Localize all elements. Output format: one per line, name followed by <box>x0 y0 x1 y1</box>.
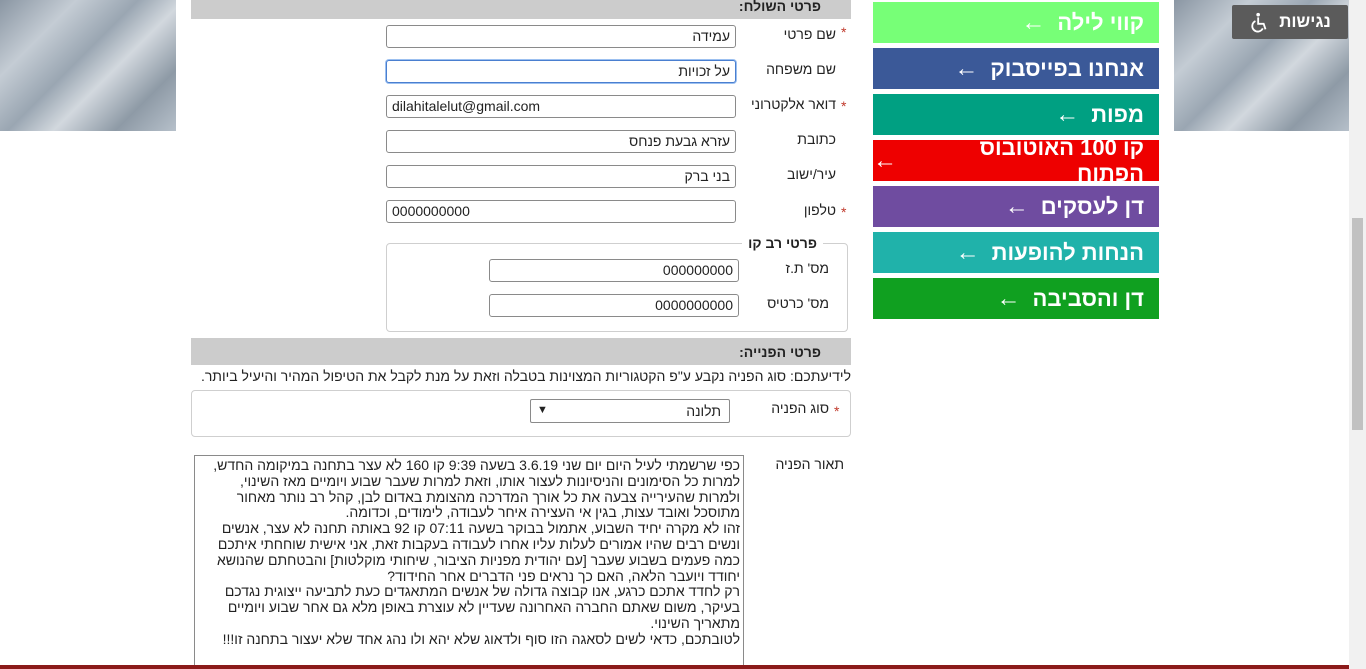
nav-button-label: קווי לילה <box>1057 9 1144 35</box>
inquiry-type-label: סוג הפניה <box>771 400 829 416</box>
nav-button-label: דן לעסקים <box>1040 193 1144 219</box>
id-number-label: מס' ת.ז <box>785 260 829 276</box>
dropdown-arrow-icon: ▼ <box>537 404 548 416</box>
arrow-left-icon: ← <box>954 54 979 82</box>
nav-button-label: דן והסביבה <box>1032 285 1144 311</box>
inquiry-type-select[interactable]: תלונה ▼ <box>530 399 730 423</box>
accessibility-label: נגישות <box>1279 12 1331 31</box>
sender-section-title: פרטי השולח: <box>191 0 851 19</box>
inquiry-type-value: תלונה <box>686 403 721 419</box>
required-marker: * <box>841 204 847 220</box>
nav-button-label: קו 100 האוטובוס הפתוח <box>979 134 1144 186</box>
last-name-label: שם משפחה <box>766 61 836 77</box>
nav-button[interactable]: מפות ← <box>873 94 1159 135</box>
nav-button-label: מפות <box>1091 101 1144 127</box>
sender-section-label: פרטי השולח: <box>738 0 821 14</box>
phone-label: טלפון <box>803 202 836 218</box>
arrow-left-icon: ← <box>1004 192 1029 220</box>
first-name-field[interactable]: עמידה <box>386 25 736 48</box>
accessibility-button[interactable]: נגישות <box>1232 5 1348 39</box>
card-number-label: מס' כרטיס <box>767 295 829 311</box>
arrow-left-icon: ← <box>1055 100 1080 128</box>
required-marker: * <box>834 403 840 419</box>
phone-field[interactable]: 0000000000 <box>386 200 736 223</box>
arrow-left-icon: ← <box>873 146 897 174</box>
arrow-left-icon: ← <box>1021 8 1046 36</box>
city-field[interactable]: בני ברק <box>386 165 736 188</box>
description-textarea[interactable]: כפי שרשמתי לעיל היום יום שני 3.6.19 בשעה… <box>194 455 744 669</box>
nav-button[interactable]: הנחות להופעות ← <box>873 232 1159 273</box>
rav-kav-fieldset: פרטי רב קו <box>386 235 848 332</box>
inquiry-section-title: פרטי הפנייה: <box>191 338 851 365</box>
email-field[interactable]: dilahitalelut@gmail.com <box>386 95 736 118</box>
scrollbar-thumb[interactable] <box>1352 218 1363 430</box>
wheelchair-icon <box>1251 12 1267 33</box>
card-number-field[interactable]: 0000000000 <box>489 294 739 317</box>
arrow-left-icon: ← <box>955 238 980 266</box>
header-photo-left <box>0 0 176 131</box>
description-label: תאור הפניה <box>775 456 844 472</box>
nav-button[interactable]: דן לעסקים ← <box>873 186 1159 227</box>
city-label: עיר/ישוב <box>786 166 836 182</box>
nav-button[interactable]: קווי לילה ← <box>873 2 1159 43</box>
inquiry-type-box <box>191 390 851 437</box>
required-marker: * <box>841 24 847 40</box>
inquiry-section-label: פרטי הפנייה: <box>739 343 821 360</box>
rav-kav-legend: פרטי רב קו <box>742 235 823 251</box>
nav-button[interactable]: דן והסביבה ← <box>873 278 1159 319</box>
arrow-left-icon: ← <box>996 284 1021 312</box>
nav-button[interactable]: אנחנו בפייסבוק ← <box>873 48 1159 89</box>
last-name-field[interactable]: על זכויות <box>386 60 736 83</box>
id-number-field[interactable]: 000000000 <box>489 259 739 282</box>
nav-button-label: אנחנו בפייסבוק <box>990 55 1144 81</box>
bottom-border <box>0 665 1349 669</box>
nav-button-label: הנחות להופעות <box>991 239 1144 265</box>
address-label: כתובת <box>797 131 836 147</box>
email-label: דואר אלקטרוני <box>751 96 836 112</box>
first-name-label: שם פרטי <box>783 26 836 42</box>
page-scrollbar[interactable] <box>1349 0 1366 669</box>
nav-button[interactable]: קו 100 האוטובוס הפתוח ← <box>873 135 1159 186</box>
address-field[interactable]: עזרא גבעת פנחס <box>386 130 736 153</box>
inquiry-info-text: לידיעתכם: סוג הפניה נקבע ע"פ הקטגוריות ה… <box>200 368 851 384</box>
required-marker: * <box>841 98 847 114</box>
